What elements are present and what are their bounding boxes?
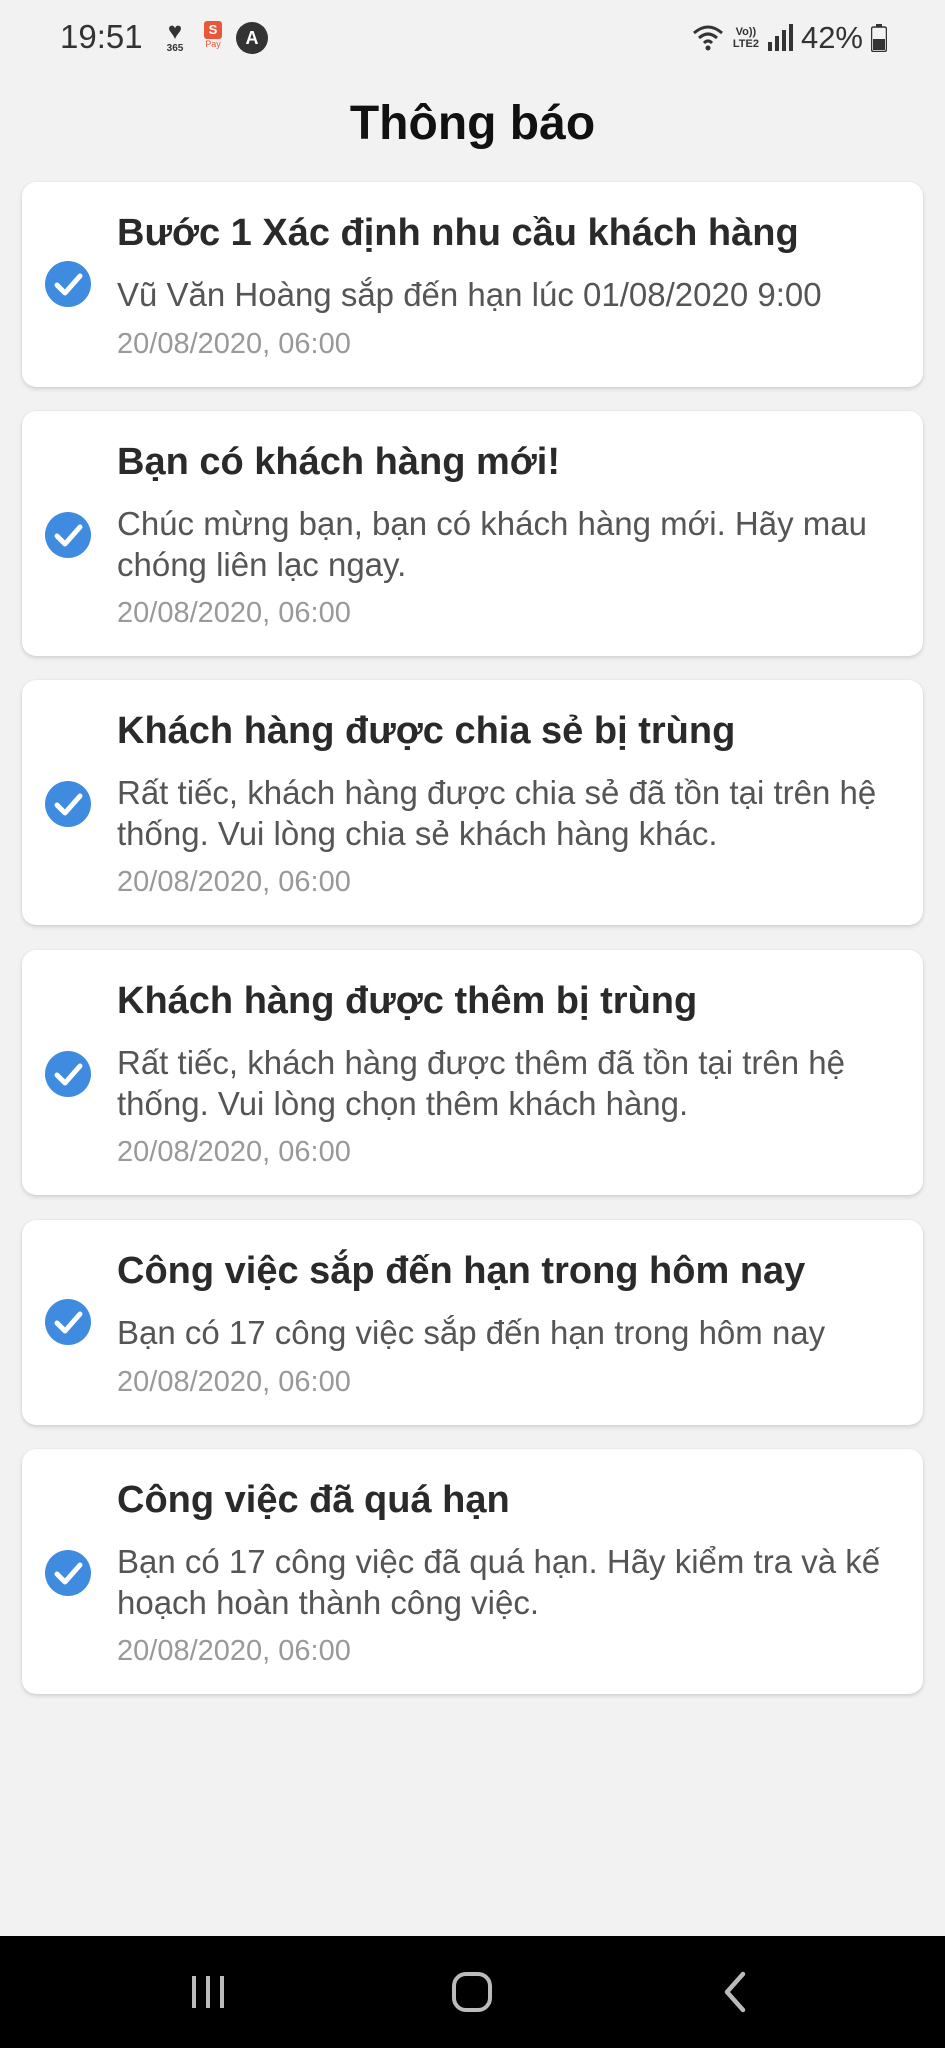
notification-body: Rất tiếc, khách hàng được thêm đã tồn tạ…: [117, 1044, 845, 1122]
battery-icon: [871, 24, 887, 52]
notification-time: 20/08/2020, 06:00: [117, 328, 351, 360]
home-button[interactable]: [392, 1936, 552, 2048]
wifi-icon: [692, 25, 723, 51]
signal-icon: [767, 24, 793, 51]
notification-title: Khách hàng được thêm bị trùng: [117, 980, 698, 1022]
home-icon: [452, 1972, 492, 2012]
notification-body: Bạn có 17 công việc sắp đến hạn trong hô…: [117, 1314, 826, 1351]
notification-time: 20/08/2020, 06:00: [117, 597, 351, 629]
check-circle-icon: [45, 1299, 91, 1345]
status-time: 19:51: [60, 18, 143, 55]
status-right: Vo)) LTE2 42%: [691, 18, 887, 58]
notification-card[interactable]: Khách hàng được thêm bị trùng Rất tiếc, …: [22, 950, 923, 1195]
recent-apps-icon: [192, 1976, 224, 2008]
page-title: Thông báo: [349, 97, 596, 150]
notification-card[interactable]: Khách hàng được chia sẻ bị trùng Rất tiế…: [22, 680, 923, 925]
health-app-icon: ♥ 365: [166, 18, 184, 54]
notification-time: 20/08/2020, 06:00: [117, 1635, 351, 1667]
check-circle-icon: [45, 1550, 91, 1596]
navigation-bar: [0, 1936, 945, 2048]
notification-title: Bước 1 Xác định nhu cầu khách hàng: [117, 212, 799, 254]
notification-card[interactable]: Bước 1 Xác định nhu cầu khách hàng Vũ Vă…: [22, 182, 923, 387]
notification-time: 20/08/2020, 06:00: [117, 1136, 351, 1168]
check-circle-icon: [45, 1051, 91, 1097]
notification-icons: ♥ 365 S Pay A: [160, 18, 268, 58]
back-button[interactable]: [657, 1936, 817, 2048]
notification-card[interactable]: Công việc sắp đến hạn trong hôm nay Bạn …: [22, 1220, 923, 1425]
notification-time: 20/08/2020, 06:00: [117, 866, 351, 898]
notification-time: 20/08/2020, 06:00: [117, 1366, 351, 1398]
notification-title: Công việc đã quá hạn: [117, 1479, 510, 1521]
notification-card[interactable]: Công việc đã quá hạn Bạn có 17 công việc…: [22, 1449, 923, 1694]
notification-title: Công việc sắp đến hạn trong hôm nay: [117, 1250, 806, 1292]
app-a-icon: A: [236, 22, 268, 54]
notification-body: Bạn có 17 công việc đã quá hạn. Hãy kiểm…: [117, 1543, 881, 1621]
notification-body: Vũ Văn Hoàng sắp đến hạn lúc 01/08/2020 …: [117, 276, 822, 313]
notification-title: Khách hàng được chia sẻ bị trùng: [117, 710, 736, 752]
samsung-pay-icon: S Pay: [204, 21, 222, 49]
notification-title: Bạn có khách hàng mới!: [117, 441, 560, 483]
notification-card[interactable]: Bạn có khách hàng mới! Chúc mừng bạn, bạ…: [22, 411, 923, 656]
notification-body: Chúc mừng bạn, bạn có khách hàng mới. Hã…: [117, 505, 867, 583]
recent-apps-button[interactable]: [128, 1936, 288, 2048]
status-bar: 19:51 ♥ 365 S Pay A Vo)) LTE2 42%: [0, 0, 945, 76]
check-circle-icon: [45, 512, 91, 558]
back-icon: [724, 1971, 746, 2013]
check-circle-icon: [45, 781, 91, 827]
volte-icon: Vo)) LTE2: [732, 26, 759, 50]
check-circle-icon: [45, 261, 91, 307]
notification-body: Rất tiếc, khách hàng được chia sẻ đã tồn…: [117, 774, 877, 852]
battery-percent: 42%: [800, 20, 863, 55]
